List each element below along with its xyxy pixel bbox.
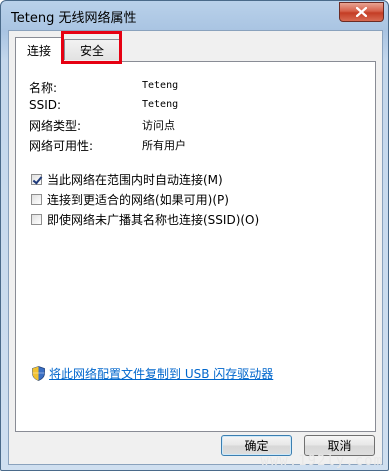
dialog-client-area: 连接 安全 名称: Teteng SSID: Teteng 网络类型: 访问点 … <box>8 30 383 465</box>
title-bar[interactable]: Teteng 无线网络属性 <box>1 1 388 31</box>
ssid-value: Teteng <box>142 99 179 110</box>
prefer-network-checkbox[interactable] <box>31 194 42 205</box>
highlight-box <box>61 31 122 64</box>
network-type-label: 网络类型: <box>29 119 82 133</box>
name-label: 名称: <box>29 81 58 95</box>
hidden-ssid-label: 即使网络未广播其名称也连接(SSID)(O) <box>47 213 260 227</box>
auto-connect-label: 当此网络在范围内时自动连接(M) <box>47 173 223 187</box>
name-value: Teteng <box>142 80 179 91</box>
auto-connect-option[interactable]: 当此网络在范围内时自动连接(M) <box>31 171 223 188</box>
tab-panel: 名称: Teteng SSID: Teteng 网络类型: 访问点 网络可用性:… <box>15 61 376 432</box>
hidden-ssid-checkbox[interactable] <box>31 214 42 225</box>
prefer-network-option[interactable]: 连接到更适合的网络(如果可用)(P) <box>31 191 229 208</box>
shield-icon <box>32 366 45 381</box>
ok-button-label: 确定 <box>244 439 269 453</box>
auto-connect-checkbox[interactable] <box>31 174 42 185</box>
network-availability-value: 所有用户 <box>142 139 186 152</box>
hidden-ssid-option[interactable]: 即使网络未广播其名称也连接(SSID)(O) <box>31 211 259 228</box>
properties-dialog: Teteng 无线网络属性 连接 安全 名称: Teteng SSID: Tet… <box>0 0 389 471</box>
close-button[interactable] <box>339 2 384 22</box>
close-icon <box>356 7 367 17</box>
watermark: www.192ly.com <box>260 453 383 469</box>
cancel-button-label: 取消 <box>327 439 352 453</box>
window-title: Teteng 无线网络属性 <box>11 11 137 26</box>
network-type-value: 访问点 <box>142 119 175 132</box>
tab-connection[interactable]: 连接 <box>15 37 63 62</box>
network-availability-label: 网络可用性: <box>29 139 94 153</box>
copy-profile-link[interactable]: 将此网络配置文件复制到 USB 闪存驱动器 <box>49 365 273 382</box>
copy-profile-link-row[interactable]: 将此网络配置文件复制到 USB 闪存驱动器 <box>32 365 273 382</box>
tab-connection-label: 连接 <box>26 43 51 58</box>
ssid-label: SSID: <box>29 98 62 112</box>
prefer-network-label: 连接到更适合的网络(如果可用)(P) <box>47 193 229 207</box>
